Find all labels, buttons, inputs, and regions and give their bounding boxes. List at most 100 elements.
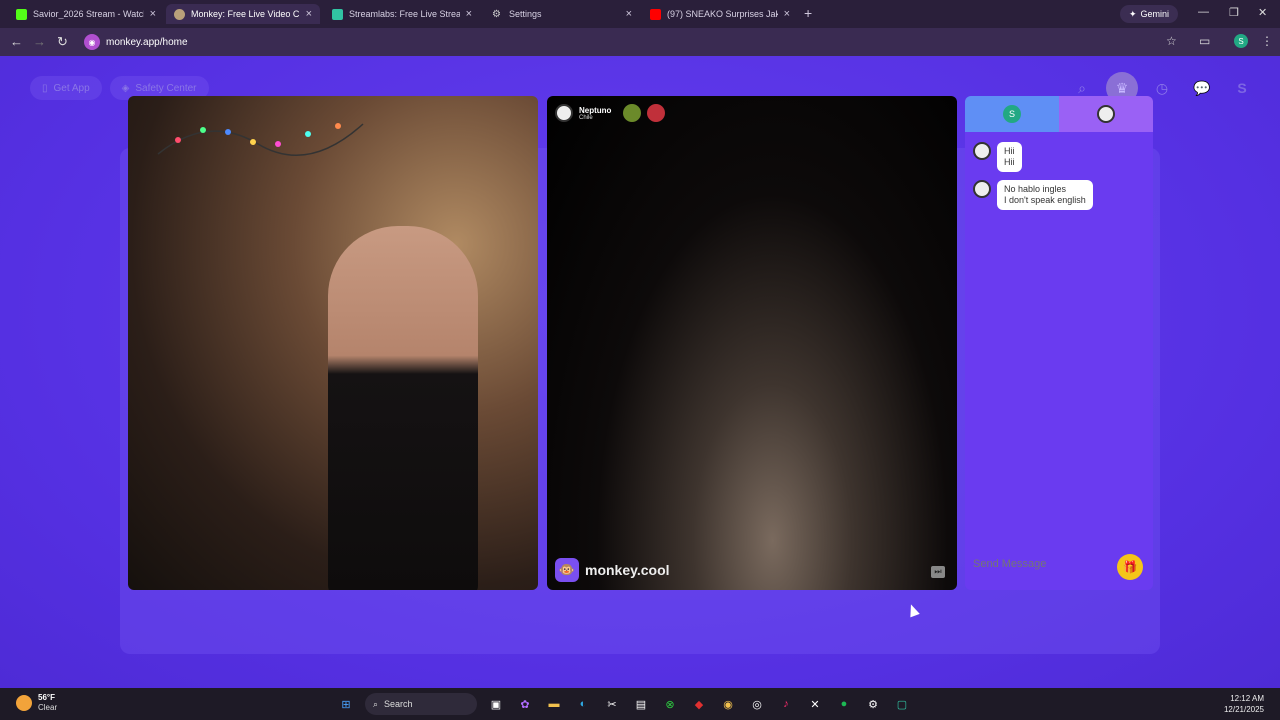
gemini-button[interactable]: ✦ Gemini [1120,5,1179,23]
peer-avatar [555,104,573,122]
chat-tabs: S [965,96,1153,132]
address-toolbar: ← → ↻ ◉ monkey.app/home ☆ ▭ ⋮ [0,28,1280,56]
reload-icon[interactable]: ↻ [57,34,68,50]
system-clock[interactable]: 12:12 AM 12/21/2025 [1224,693,1264,715]
phone-icon: ▯ [42,82,48,94]
chat-panel: S Hii Hii No hablo ingles I don't speak … [965,96,1153,590]
get-app-button[interactable]: ▯ Get App [30,76,102,100]
message-bubble: Hii Hii [997,142,1022,172]
chat-message: Hii Hii [973,142,1022,172]
minimize-icon[interactable]: — [1198,6,1209,18]
obs-icon[interactable]: ◎ [747,694,767,714]
tab-monkey[interactable]: Monkey: Free Live Video Ch × [166,4,320,24]
settings-gear-icon[interactable]: ⚙ [863,694,883,714]
peer-country: Chile [579,114,593,121]
taskbar-apps: ⊞ ⌕ Search ▣ ✿ ▬ ◐ ✂ ▤ ⊗ ◆ ◉ ◎ ♪ ✕ ● ⚙ ▢ [336,693,912,715]
search-label: Search [384,699,413,709]
self-avatar: S [1003,105,1021,123]
monkey-watermark: 🐵 monkey.cool [555,558,670,582]
peer-avatar [973,142,991,160]
sparkle-icon: ✦ [1129,8,1137,19]
profile-avatar[interactable]: S [1226,72,1258,104]
monkey-favicon-icon [174,8,185,20]
site-info-icon[interactable]: ◉ [84,34,100,50]
close-tab-icon[interactable]: × [306,8,312,20]
task-view-icon[interactable]: ▣ [486,694,506,714]
new-tab-button[interactable]: + [804,5,812,21]
weather-widget[interactable]: 56°F Clear [16,693,57,713]
windows-start-icon[interactable]: ⊞ [336,694,356,714]
kick-favicon-icon [16,8,27,20]
close-tab-icon[interactable]: × [626,8,632,20]
snipping-tool-icon[interactable]: ✂ [602,694,622,714]
send-message-input[interactable] [973,558,1103,570]
capcut-icon[interactable]: ✕ [805,694,825,714]
tab-youtube-sneako[interactable]: (97) SNEAKO Surprises Jake Ful × [642,4,798,24]
browser-profile-avatar[interactable]: S [1234,34,1248,48]
tab-title: Settings [509,9,542,19]
xbox-icon[interactable]: ⊗ [660,694,680,714]
red-app-icon[interactable]: ◆ [689,694,709,714]
tiktok-icon[interactable]: ♪ [776,694,796,714]
peer-avatar [1097,105,1115,123]
tab-title: Savior_2026 Stream - Watch Li [33,9,144,19]
close-tab-icon[interactable]: × [150,8,156,20]
message-bubble: No hablo ingles I don't speak english [997,180,1093,210]
url-bar[interactable]: ◉ monkey.app/home [80,32,1190,52]
streamlabs-favicon-icon [332,8,343,20]
bookmark-star-icon[interactable]: ☆ [1166,34,1177,48]
copilot-icon[interactable]: ✿ [515,694,535,714]
peer-info-badge[interactable]: Neptuno Chile [555,104,666,122]
streamer-silhouette [328,226,478,590]
gift-icon[interactable]: 🎁 [1117,554,1143,580]
chrome-icon[interactable]: ◉ [718,694,738,714]
gift-badge-icon[interactable] [647,104,666,122]
watermark-text: monkey.cool [585,562,670,578]
tab-settings[interactable]: ⚙ Settings × [484,4,640,24]
weather-sun-icon [16,695,32,711]
file-explorer-icon[interactable]: ▬ [544,694,564,714]
streamlabs-icon[interactable]: ▢ [892,694,912,714]
tab-savior-stream[interactable]: Savior_2026 Stream - Watch Li × [8,4,164,24]
chat-message: No hablo ingles I don't speak english [973,180,1093,210]
gear-icon: ⚙ [492,8,501,20]
get-app-label: Get App [53,82,90,94]
close-tab-icon[interactable]: × [784,8,790,20]
tab-title: Streamlabs: Free Live Streaming [349,9,460,19]
restore-icon[interactable]: ❐ [1229,6,1239,19]
clock-time: 12:12 AM [1230,694,1264,703]
safety-center-label: Safety Center [135,82,197,94]
url-text: monkey.app/home [106,36,188,48]
skip-next-icon[interactable]: ⏭ [931,566,945,578]
heart-badge-icon[interactable] [623,104,642,122]
message-line: Hii [1004,146,1015,156]
clock-date: 12/21/2025 [1223,705,1264,714]
close-tab-icon[interactable]: × [466,8,472,20]
weather-temp: 56°F [38,693,55,702]
tab-self-chat[interactable]: S [965,96,1059,132]
chat-bubble-icon[interactable]: 💬 [1186,72,1218,104]
tab-streamlabs[interactable]: Streamlabs: Free Live Streaming × [324,4,480,24]
edge-icon[interactable]: ◐ [573,694,593,714]
store-icon[interactable]: ▤ [631,694,651,714]
peer-name: Neptuno [579,105,612,115]
tab-title: Monkey: Free Live Video Ch [191,9,300,19]
message-line: Hii [1004,157,1015,167]
windows-taskbar: 56°F Clear ⊞ ⌕ Search ▣ ✿ ▬ ◐ ✂ ▤ ⊗ ◆ ◉ … [0,688,1280,720]
shield-icon: ◈ [121,82,130,94]
cast-icon[interactable]: ▭ [1199,34,1210,48]
close-window-icon[interactable]: ✕ [1258,6,1267,19]
search-icon: ⌕ [373,698,379,709]
menu-kebab-icon[interactable]: ⋮ [1261,34,1273,48]
forward-arrow-icon[interactable]: → [33,34,46,49]
message-line: I don't speak english [1004,195,1086,205]
back-arrow-icon[interactable]: ← [10,34,23,49]
string-lights-decoration [157,123,364,156]
weather-condition: Clear [38,703,58,712]
peer-avatar [973,180,991,198]
browser-tab-strip: Savior_2026 Stream - Watch Li × Monkey: … [0,0,1280,28]
gemini-label: Gemini [1140,9,1170,19]
taskbar-search[interactable]: ⌕ Search [365,693,477,715]
spotify-icon[interactable]: ● [834,694,854,714]
tab-peer-chat[interactable] [1059,96,1153,132]
